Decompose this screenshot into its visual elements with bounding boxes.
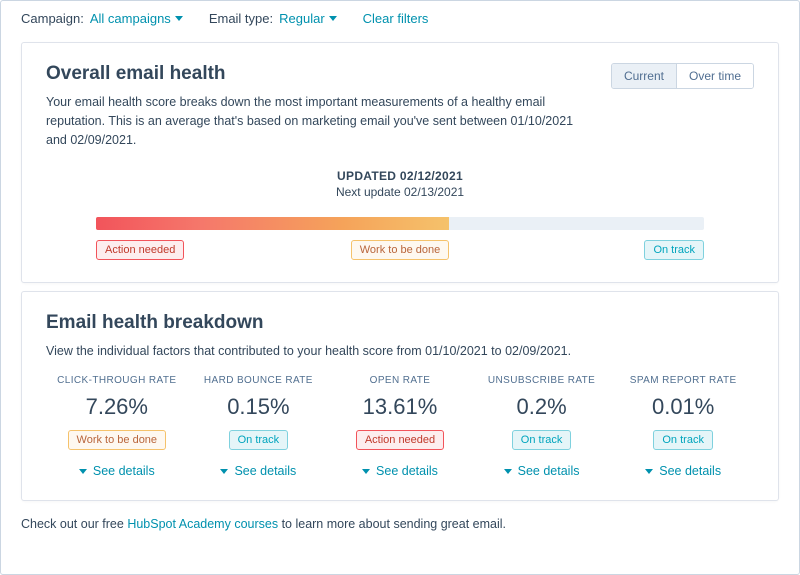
health-bar bbox=[96, 217, 704, 230]
overall-desc: Your email health score breaks down the … bbox=[46, 93, 595, 149]
see-details-link[interactable]: See details bbox=[362, 464, 438, 478]
chevron-down-icon bbox=[329, 16, 337, 21]
next-update-date: Next update 02/13/2021 bbox=[46, 185, 754, 199]
metric-value: 7.26% bbox=[46, 394, 188, 420]
status-badge: On track bbox=[512, 430, 572, 450]
chevron-down-icon bbox=[362, 469, 370, 474]
metric-value: 0.01% bbox=[612, 394, 754, 420]
clear-filters-link[interactable]: Clear filters bbox=[363, 11, 429, 26]
health-bar-fill bbox=[96, 217, 449, 230]
email-type-label: Email type: bbox=[209, 11, 273, 26]
tab-current[interactable]: Current bbox=[612, 64, 676, 88]
health-bar-scale: Action needed Work to be done On track bbox=[96, 240, 704, 260]
metric-label: UNSUBSCRIBE RATE bbox=[471, 375, 613, 386]
overall-health-card: Overall email health Your email health s… bbox=[21, 42, 779, 283]
metric-label: SPAM REPORT RATE bbox=[612, 375, 754, 386]
metric: SPAM REPORT RATE 0.01% On track See details bbox=[612, 375, 754, 478]
metric: OPEN RATE 13.61% Action needed See details bbox=[329, 375, 471, 478]
footer-pre: Check out our free bbox=[21, 517, 127, 531]
metrics-row: CLICK-THROUGH RATE 7.26% Work to be done Se… bbox=[46, 375, 754, 478]
metric: UNSUBSCRIBE RATE 0.2% On track See details bbox=[471, 375, 613, 478]
metric-label: OPEN RATE bbox=[329, 375, 471, 386]
metric: CLICK-THROUGH RATE 7.26% Work to be done Se… bbox=[46, 375, 188, 478]
metric-value: 0.15% bbox=[188, 394, 330, 420]
metric-value: 13.61% bbox=[329, 394, 471, 420]
email-type-value: Regular bbox=[279, 11, 325, 26]
metric: HARD BOUNCE RATE 0.15% On track See details bbox=[188, 375, 330, 478]
breakdown-title: Email health breakdown bbox=[46, 312, 754, 334]
campaign-value: All campaigns bbox=[90, 11, 171, 26]
see-details-link[interactable]: See details bbox=[79, 464, 155, 478]
see-details-link[interactable]: See details bbox=[645, 464, 721, 478]
metric-label: HARD BOUNCE RATE bbox=[188, 375, 330, 386]
campaign-dropdown[interactable]: All campaigns bbox=[90, 11, 183, 26]
breakdown-desc: View the individual factors that contrib… bbox=[46, 342, 754, 361]
overall-title: Overall email health bbox=[46, 63, 595, 85]
email-type-dropdown[interactable]: Regular bbox=[279, 11, 337, 26]
status-badge: Work to be done bbox=[68, 430, 167, 450]
metric-value: 0.2% bbox=[471, 394, 613, 420]
status-badge: Action needed bbox=[356, 430, 444, 450]
metric-label: CLICK-THROUGH RATE bbox=[46, 375, 188, 386]
filter-bar: Campaign: All campaigns Email type: Regu… bbox=[1, 1, 799, 34]
campaign-label: Campaign: bbox=[21, 11, 84, 26]
see-details-link[interactable]: See details bbox=[220, 464, 296, 478]
footer-note: Check out our free HubSpot Academy cours… bbox=[1, 509, 799, 543]
chevron-down-icon bbox=[645, 469, 653, 474]
breakdown-card: Email health breakdown View the individu… bbox=[21, 291, 779, 501]
status-badge: On track bbox=[229, 430, 289, 450]
chevron-down-icon bbox=[175, 16, 183, 21]
scale-action-needed: Action needed bbox=[96, 240, 184, 260]
chevron-down-icon bbox=[220, 469, 228, 474]
tab-over-time[interactable]: Over time bbox=[676, 64, 753, 88]
see-details-link[interactable]: See details bbox=[504, 464, 580, 478]
scale-work-to-be-done: Work to be done bbox=[351, 240, 450, 260]
time-segment: Current Over time bbox=[611, 63, 754, 89]
chevron-down-icon bbox=[79, 469, 87, 474]
status-badge: On track bbox=[653, 430, 713, 450]
update-info: UPDATED 02/12/2021 Next update 02/13/202… bbox=[46, 169, 754, 199]
footer-post: to learn more about sending great email. bbox=[278, 517, 506, 531]
scale-on-track: On track bbox=[644, 240, 704, 260]
chevron-down-icon bbox=[504, 469, 512, 474]
academy-link[interactable]: HubSpot Academy courses bbox=[127, 517, 278, 531]
updated-date: UPDATED 02/12/2021 bbox=[46, 169, 754, 183]
